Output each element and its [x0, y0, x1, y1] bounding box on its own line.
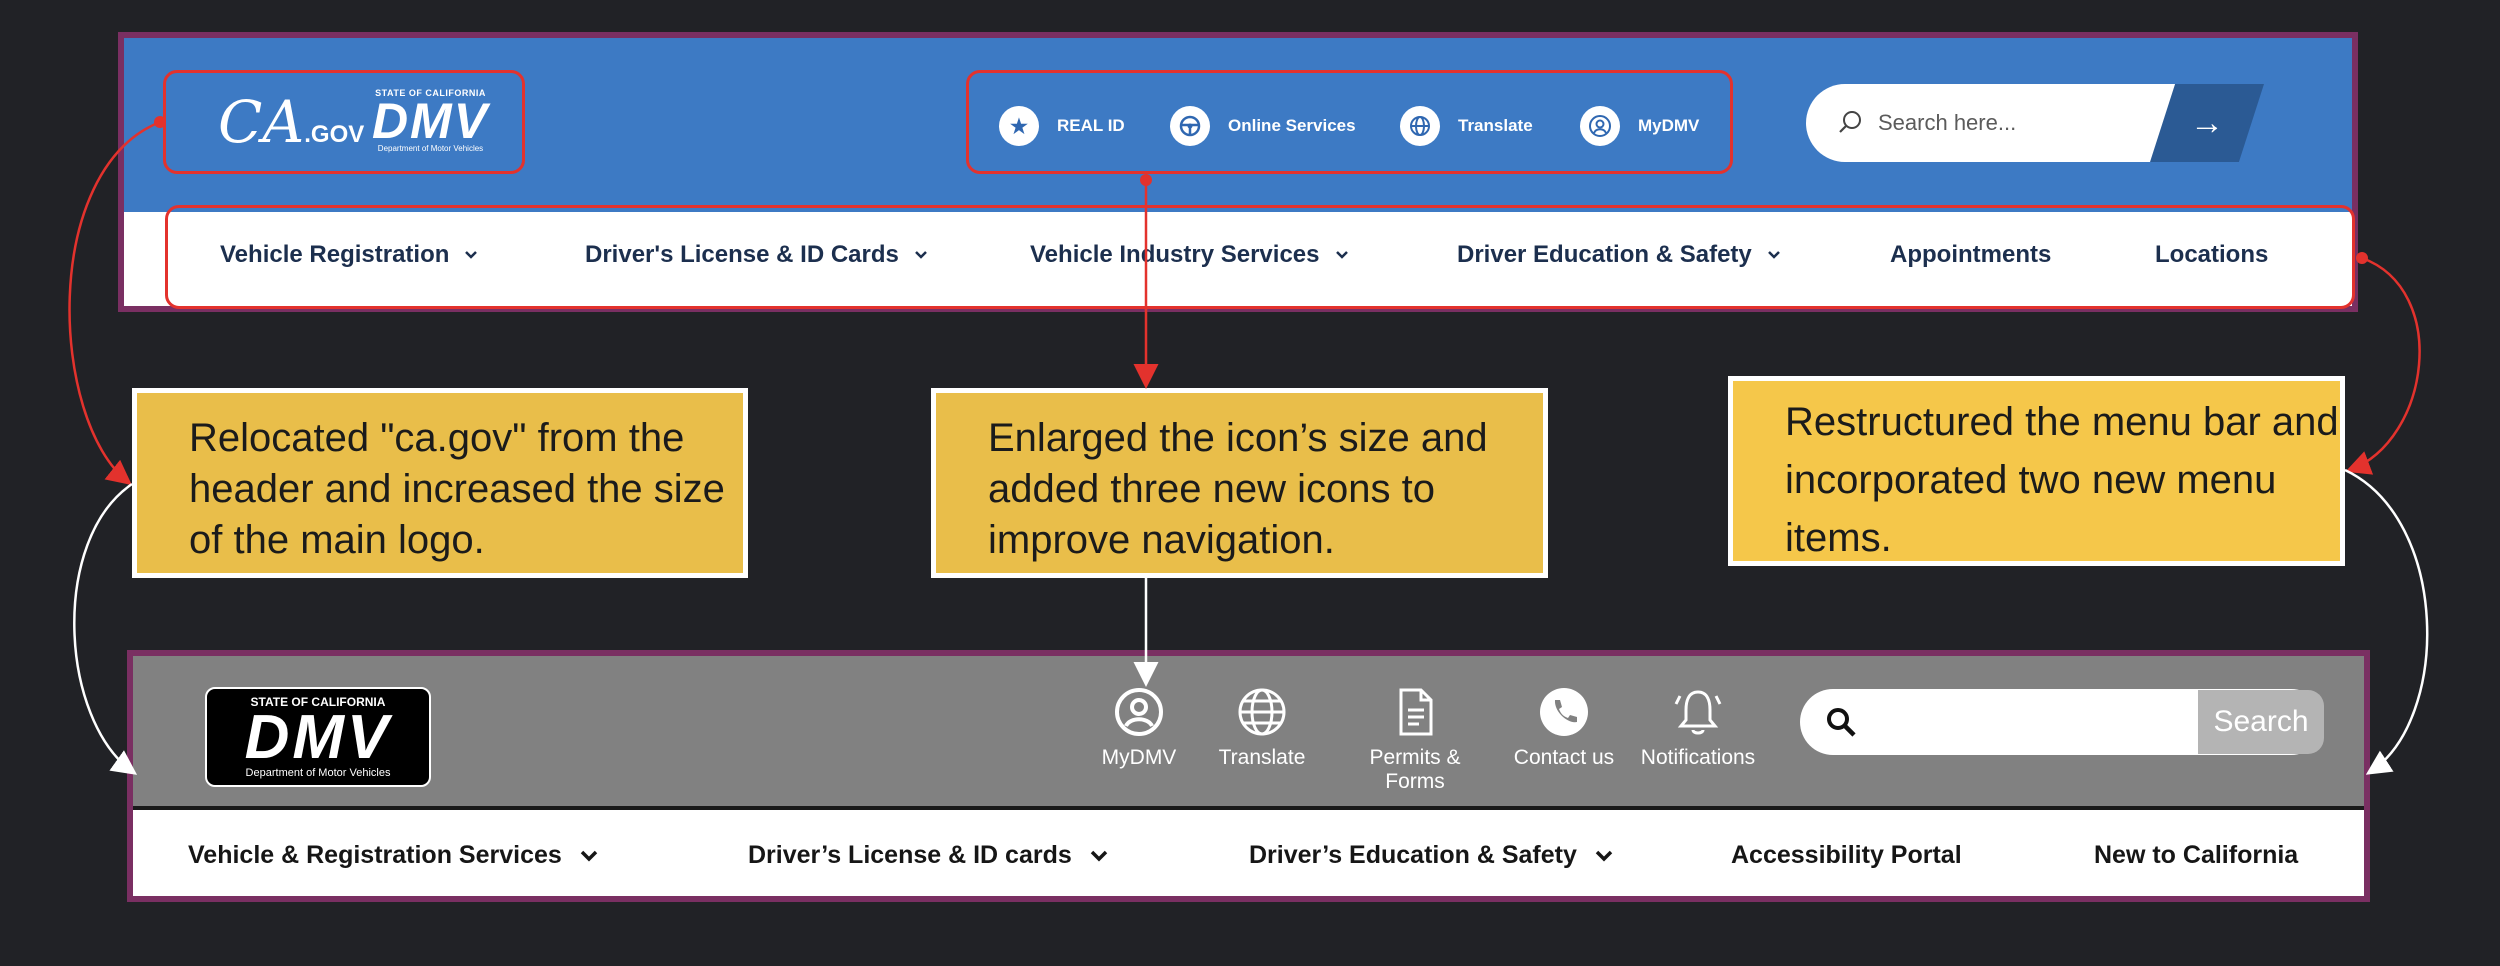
- arrow-menu-to-callout: [2345, 256, 2421, 475]
- arrow-callout-to-menu: [2344, 468, 2429, 775]
- arrow-logo-to-callout: [68, 120, 161, 486]
- connector-arrows: [68, 116, 2429, 775]
- arrow-callout-to-logo: [73, 482, 138, 775]
